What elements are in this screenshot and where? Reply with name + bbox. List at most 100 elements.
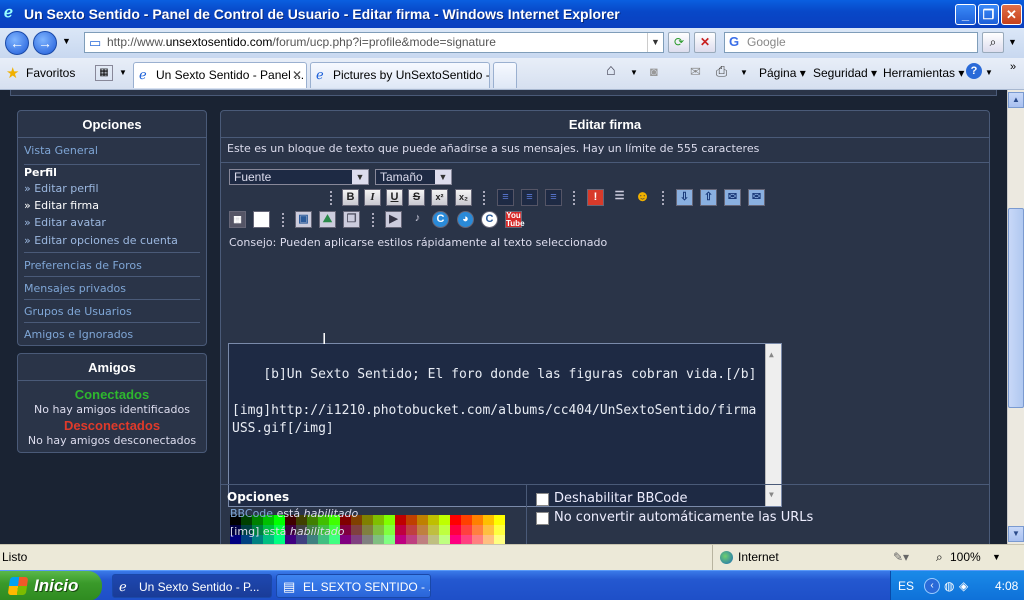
align-center-button[interactable]: ≡ bbox=[521, 189, 538, 206]
bold-button[interactable]: B bbox=[342, 189, 359, 206]
sidebar-item-edit-avatar[interactable]: » Editar avatar bbox=[24, 216, 106, 229]
sidebar-item-edit-profile[interactable]: » Editar perfil bbox=[24, 182, 99, 195]
close-button[interactable]: ✕ bbox=[1001, 4, 1022, 25]
window-titlebar: ℯ Un Sexto Sentido - Panel de Control de… bbox=[0, 0, 1024, 28]
search-input[interactable]: G Google bbox=[724, 32, 978, 53]
expand-tray-icon[interactable]: ‹ bbox=[924, 578, 940, 594]
web-icon[interactable]: ◕ bbox=[457, 211, 474, 228]
tools-menu[interactable]: Herramientas ▾ bbox=[883, 66, 964, 80]
warning-icon[interactable]: ! bbox=[587, 189, 604, 206]
sidebar-item-friends-foes[interactable]: Amigos e Ignorados bbox=[24, 328, 133, 341]
upload-icon[interactable]: ⇧ bbox=[700, 189, 717, 206]
address-bar[interactable]: ▭ http://www.unsextosentido.com/forum/uc… bbox=[84, 32, 664, 53]
scroll-up-icon[interactable]: ▲ bbox=[769, 346, 774, 364]
youtube-icon[interactable]: You Tube bbox=[505, 211, 525, 228]
friends-title: Amigos bbox=[18, 354, 206, 381]
sound-icon[interactable]: ♪ bbox=[409, 211, 426, 228]
video-icon[interactable]: ▶ bbox=[385, 211, 402, 228]
zoom-icon[interactable]: ⌕ bbox=[936, 545, 943, 570]
no-auto-urls-checkbox[interactable] bbox=[536, 512, 549, 525]
zoom-dropdown-icon[interactable]: ▼ bbox=[992, 545, 1001, 570]
sidebar-item-forum-prefs[interactable]: Preferencias de Foros bbox=[24, 259, 142, 272]
sidebar-item-edit-signature[interactable]: » Editar firma bbox=[24, 199, 99, 212]
size-select[interactable]: Tamaño ▼ bbox=[375, 169, 452, 185]
divider bbox=[24, 299, 200, 300]
print-dropdown-icon[interactable]: ▼ bbox=[740, 68, 748, 77]
restore-button[interactable]: ❐ bbox=[978, 4, 999, 25]
quick-tabs-icon[interactable]: ▦ bbox=[95, 65, 113, 81]
zoom-level[interactable]: 100% bbox=[950, 545, 981, 570]
sidebar-item-private-messages[interactable]: Mensajes privados bbox=[24, 282, 126, 295]
italic-button[interactable]: I bbox=[364, 189, 381, 206]
page-scrollbar[interactable]: ▲ ▼ bbox=[1007, 90, 1024, 544]
toolbar-overflow-icon[interactable]: » bbox=[1010, 61, 1016, 73]
superscript-button[interactable]: x² bbox=[431, 189, 448, 206]
chevron-down-icon: ▼ bbox=[352, 170, 368, 184]
sidebar-item-overview[interactable]: Vista General bbox=[24, 144, 98, 157]
image-icon[interactable]: ▣ bbox=[295, 211, 312, 228]
refresh-button[interactable]: ⟳ bbox=[668, 32, 690, 53]
scroll-up-icon[interactable]: ▲ bbox=[1008, 92, 1024, 108]
home-dropdown-icon[interactable]: ▼ bbox=[630, 68, 638, 77]
sidebar-item-edit-account[interactable]: » Editar opciones de cuenta bbox=[24, 234, 178, 247]
align-left-button[interactable]: ≡ bbox=[497, 189, 514, 206]
start-button[interactable]: Inicio bbox=[0, 571, 102, 600]
stop-button[interactable]: ✕ bbox=[694, 32, 716, 53]
home-icon[interactable]: ⌂ bbox=[606, 62, 616, 80]
favorites-button[interactable]: Favoritos bbox=[26, 66, 75, 80]
subscript-button[interactable]: x₂ bbox=[455, 189, 472, 206]
link-icon[interactable]: C bbox=[481, 211, 498, 228]
strike-button[interactable]: S bbox=[408, 189, 425, 206]
bbcode-link[interactable]: BBCode bbox=[230, 507, 273, 520]
smiley-icon[interactable]: ☻ bbox=[634, 189, 651, 206]
page-menu[interactable]: Página ▾ bbox=[759, 66, 806, 80]
download-icon[interactable]: ⇩ bbox=[676, 189, 693, 206]
tab-unsextosentido[interactable]: ℯ Un Sexto Sentido - Panel ... ✕ bbox=[133, 62, 307, 88]
gallery-icon[interactable]: ❐ bbox=[343, 211, 360, 228]
tab-list-dropdown-icon[interactable]: ▼ bbox=[119, 68, 127, 77]
feeds-icon[interactable]: ◙ bbox=[650, 64, 658, 79]
address-domain: unsextosentido.com bbox=[165, 35, 273, 49]
history-dropdown-icon[interactable]: ▼ bbox=[62, 36, 71, 46]
sidebar-item-usergroups[interactable]: Grupos de Usuarios bbox=[24, 305, 132, 318]
tab-close-icon[interactable]: ✕ bbox=[292, 63, 302, 87]
font-select[interactable]: Fuente ▼ bbox=[229, 169, 369, 185]
address-dropdown-icon[interactable]: ▼ bbox=[647, 33, 663, 52]
disable-bbcode-label[interactable]: Deshabilitar BBCode bbox=[554, 491, 688, 506]
align-right-button[interactable]: ≡ bbox=[545, 189, 562, 206]
scroll-thumb[interactable] bbox=[1008, 208, 1024, 408]
print-icon[interactable]: ⎙ bbox=[716, 63, 727, 80]
back-button[interactable]: ← bbox=[5, 31, 29, 55]
search-button[interactable]: ⌕ bbox=[982, 32, 1004, 53]
minimize-button[interactable]: _ bbox=[955, 4, 976, 25]
blank-icon[interactable] bbox=[253, 211, 270, 228]
table-icon[interactable]: ▦ bbox=[229, 211, 246, 228]
new-tab-button[interactable] bbox=[493, 62, 517, 88]
textarea-scrollbar[interactable]: ▲ ▼ bbox=[765, 344, 781, 506]
taskbar-item-ie[interactable]: ℯ Un Sexto Sentido - P... bbox=[112, 574, 272, 598]
search-options-icon[interactable]: ▼ bbox=[1008, 37, 1017, 47]
img-enabled: habilitado bbox=[289, 525, 345, 538]
no-auto-urls-label[interactable]: No convertir automáticamente las URLs bbox=[554, 510, 813, 525]
underline-button[interactable]: U bbox=[386, 189, 403, 206]
signature-textarea[interactable]: [b]Un Sexto Sentido; El foro donde las f… bbox=[228, 343, 782, 507]
mail-out-icon[interactable]: ✉ bbox=[748, 189, 765, 206]
scroll-down-icon[interactable]: ▼ bbox=[1008, 526, 1024, 542]
help-icon[interactable]: ? bbox=[966, 63, 982, 79]
language-indicator[interactable]: ES bbox=[898, 571, 914, 600]
favorites-star-icon[interactable]: ★ bbox=[6, 64, 19, 82]
flash-icon[interactable]: C bbox=[432, 211, 449, 228]
tab-photobucket[interactable]: ℯ Pictures by UnSextoSentido -... bbox=[310, 62, 490, 88]
mail-icon[interactable]: ✉ bbox=[690, 64, 701, 80]
forward-button[interactable]: → bbox=[33, 31, 57, 55]
security-menu[interactable]: Seguridad ▾ bbox=[813, 66, 877, 80]
network-icon[interactable]: ◍ bbox=[944, 571, 954, 600]
disable-bbcode-checkbox[interactable] bbox=[536, 493, 549, 506]
protected-mode-icon[interactable]: ✎▾ bbox=[893, 545, 909, 570]
help-dropdown-icon[interactable]: ▼ bbox=[985, 68, 993, 77]
taskbar-item-doc[interactable]: ▤ EL SEXTO SENTIDO - ... bbox=[276, 574, 431, 598]
image-link-icon[interactable]: ⛰ bbox=[319, 211, 336, 228]
hr-button[interactable]: ☰ bbox=[611, 189, 628, 206]
volume-icon[interactable]: ◈ bbox=[959, 571, 968, 600]
mail-in-icon[interactable]: ✉ bbox=[724, 189, 741, 206]
